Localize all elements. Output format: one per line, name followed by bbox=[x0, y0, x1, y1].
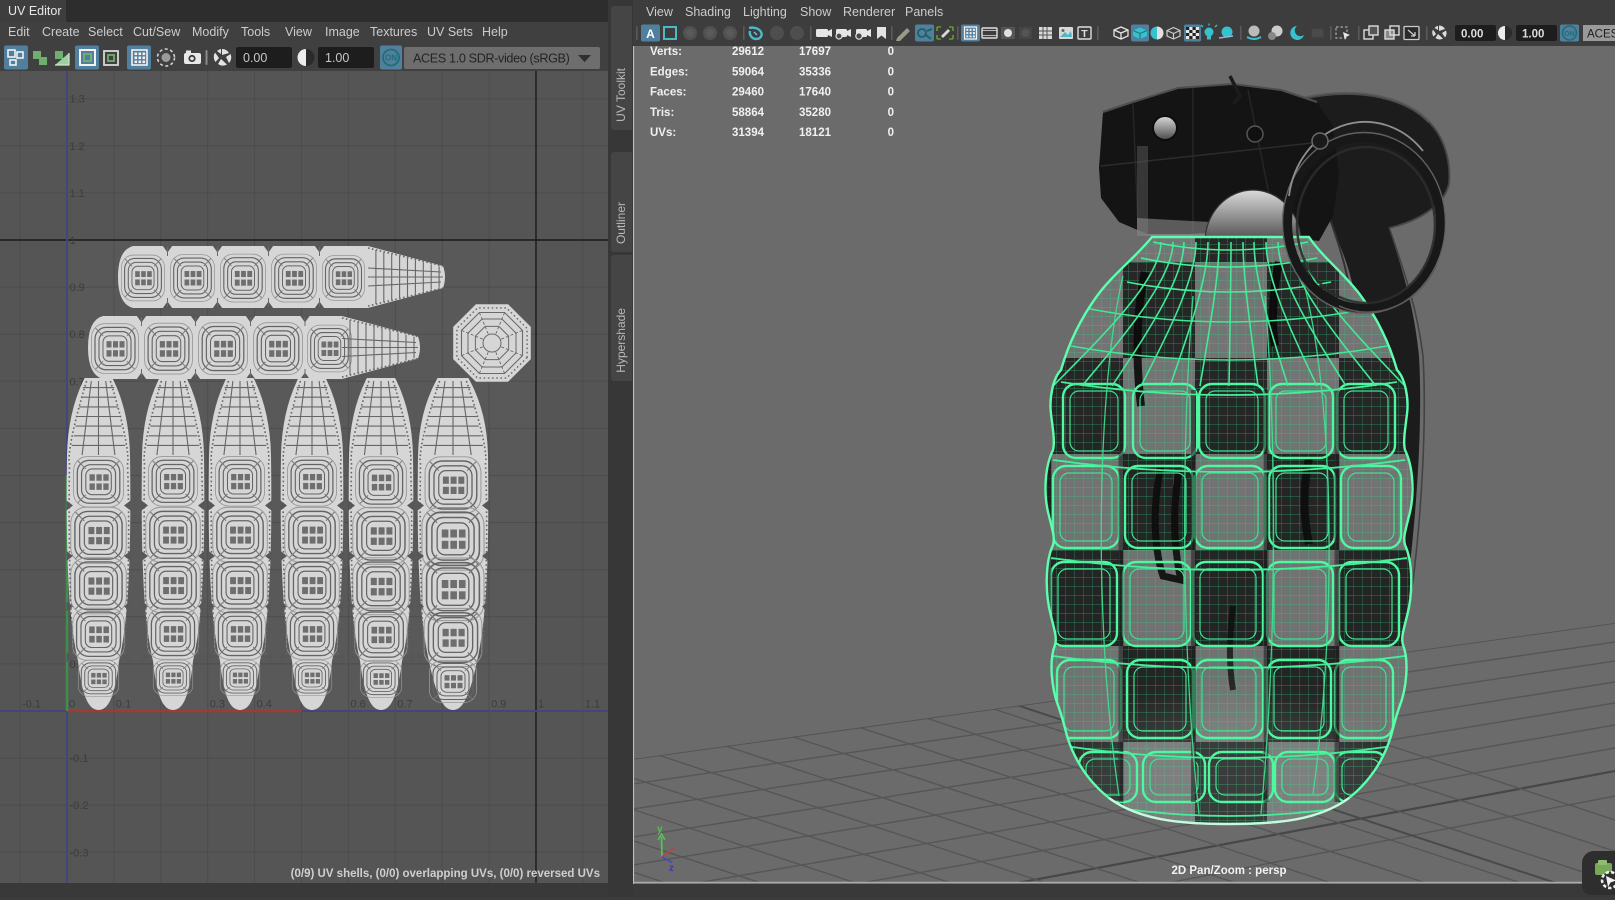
svg-text:17640: 17640 bbox=[799, 87, 831, 99]
svg-text:Faces:: Faces: bbox=[650, 87, 686, 99]
svg-text:0: 0 bbox=[69, 699, 75, 711]
svg-text:Tris:: Tris: bbox=[650, 107, 674, 119]
svg-text:31394: 31394 bbox=[732, 127, 765, 139]
svg-text:ON: ON bbox=[1564, 31, 1575, 38]
svg-text:UVs:: UVs: bbox=[650, 127, 676, 139]
svg-text:0: 0 bbox=[888, 66, 894, 78]
svg-text:z: z bbox=[669, 863, 674, 874]
svg-text:1.2: 1.2 bbox=[70, 141, 85, 153]
svg-text:Verts:: Verts: bbox=[650, 46, 682, 58]
svg-text:58864: 58864 bbox=[732, 107, 765, 119]
svg-text:0.1: 0.1 bbox=[116, 699, 131, 711]
svg-text:0.7: 0.7 bbox=[397, 699, 412, 711]
svg-text:29460: 29460 bbox=[732, 87, 764, 99]
svg-text:-0.1: -0.1 bbox=[70, 753, 89, 765]
svg-text:18121: 18121 bbox=[799, 127, 832, 139]
svg-text:-0.1: -0.1 bbox=[22, 699, 41, 711]
svg-text:1.00: 1.00 bbox=[325, 51, 349, 65]
svg-text:29612: 29612 bbox=[732, 46, 764, 58]
svg-text:ON: ON bbox=[385, 54, 397, 63]
svg-text:1.1: 1.1 bbox=[70, 188, 85, 200]
svg-text:0.8: 0.8 bbox=[70, 329, 85, 341]
svg-text:0: 0 bbox=[888, 87, 894, 99]
svg-text:35280: 35280 bbox=[799, 107, 831, 119]
svg-text:59064: 59064 bbox=[732, 66, 765, 78]
svg-text:A: A bbox=[646, 27, 655, 41]
svg-text:y: y bbox=[657, 824, 663, 835]
svg-text:1.00: 1.00 bbox=[1522, 29, 1544, 41]
svg-text:0.9: 0.9 bbox=[491, 699, 506, 711]
svg-text:0: 0 bbox=[888, 127, 894, 139]
svg-text:ACES 1: ACES 1 bbox=[1587, 29, 1615, 41]
svg-text:1.1: 1.1 bbox=[585, 699, 600, 711]
svg-text:0.00: 0.00 bbox=[243, 51, 267, 65]
svg-text:1: 1 bbox=[70, 235, 76, 247]
svg-text:17697: 17697 bbox=[799, 46, 831, 58]
svg-text:0.4: 0.4 bbox=[257, 699, 272, 711]
svg-text:0.6: 0.6 bbox=[350, 699, 365, 711]
svg-text:0: 0 bbox=[888, 46, 894, 58]
svg-text:1: 1 bbox=[538, 699, 544, 711]
svg-text:2D Pan/Zoom : persp: 2D Pan/Zoom : persp bbox=[1171, 865, 1286, 877]
svg-text:-0.3: -0.3 bbox=[70, 847, 89, 859]
svg-text:Edges:: Edges: bbox=[650, 66, 688, 78]
svg-text:1.3: 1.3 bbox=[70, 94, 85, 106]
svg-text:(0/9) UV shells, (0/0) overlap: (0/9) UV shells, (0/0) overlapping UVs, … bbox=[291, 868, 600, 880]
svg-text:0.3: 0.3 bbox=[210, 699, 225, 711]
svg-text:-0.2: -0.2 bbox=[70, 800, 89, 812]
svg-text:T: T bbox=[1081, 28, 1088, 40]
svg-text:35336: 35336 bbox=[799, 66, 831, 78]
svg-text:ACES 1.0 SDR-video (sRGB): ACES 1.0 SDR-video (sRGB) bbox=[413, 52, 570, 66]
svg-text:0.9: 0.9 bbox=[70, 282, 85, 294]
svg-text:0: 0 bbox=[888, 107, 894, 119]
svg-text:0.00: 0.00 bbox=[1461, 29, 1483, 41]
